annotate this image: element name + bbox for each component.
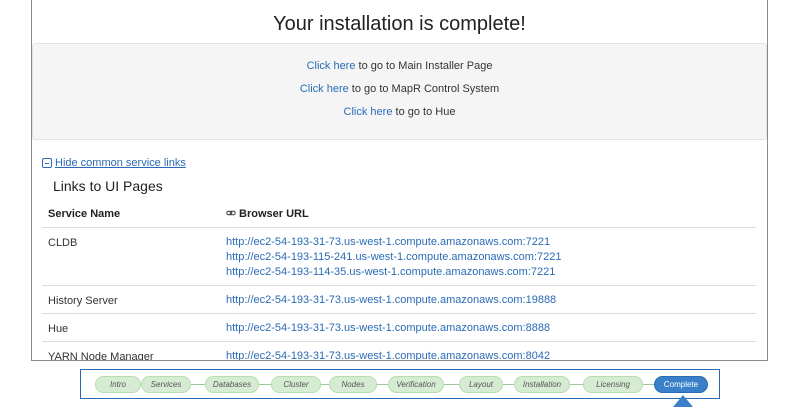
hue-line: Click here to go to Hue	[33, 106, 766, 118]
step-licensing[interactable]: Licensing	[583, 376, 643, 393]
toggle-label: Hide common service links	[55, 157, 186, 169]
url-cell: http://ec2-54-193-31-73.us-west-1.comput…	[220, 341, 756, 360]
main-installer-line: Click here to go to Main Installer Page	[33, 60, 766, 72]
url-cell: http://ec2-54-193-31-73.us-west-1.comput…	[220, 227, 756, 286]
table-row: CLDB http://ec2-54-193-31-73.us-west-1.c…	[42, 227, 756, 286]
table-header-row: Service Name Browser URL	[42, 201, 756, 228]
hide-service-links-toggle[interactable]: Hide common service links	[42, 157, 186, 169]
hue-link[interactable]: Click here	[344, 106, 393, 118]
history-server-url-link[interactable]: http://ec2-54-193-31-73.us-west-1.comput…	[226, 293, 756, 308]
cldb-url-link[interactable]: http://ec2-54-193-31-73.us-west-1.comput…	[226, 235, 756, 250]
service-name-cell: History Server	[42, 285, 220, 314]
installer-panel: Your installation is complete! Click her…	[31, 0, 768, 361]
service-name-cell: Hue	[42, 313, 220, 342]
step-complete[interactable]: Complete	[654, 376, 708, 393]
service-name-cell: CLDB	[42, 227, 220, 286]
hue-url-link[interactable]: http://ec2-54-193-31-73.us-west-1.comput…	[226, 321, 756, 336]
url-cell: http://ec2-54-193-31-73.us-west-1.comput…	[220, 313, 756, 342]
yarn-node-manager-url-link[interactable]: http://ec2-54-193-31-73.us-west-1.comput…	[226, 349, 756, 360]
service-name-cell: YARN Node Manager	[42, 341, 220, 360]
active-step-pointer-icon	[673, 395, 693, 407]
wizard-steps-bar: Intro Services Databases Cluster Nodes V…	[80, 369, 720, 399]
control-system-text: to go to MapR Control System	[348, 83, 500, 95]
step-databases[interactable]: Databases	[205, 376, 259, 393]
service-name-header: Service Name	[42, 201, 220, 228]
cldb-url-link[interactable]: http://ec2-54-193-114-35.us-west-1.compu…	[226, 265, 756, 280]
main-installer-text: to go to Main Installer Page	[355, 60, 493, 72]
control-system-line: Click here to go to MapR Control System	[33, 83, 766, 95]
hue-text: to go to Hue	[392, 106, 456, 118]
browser-url-label: Browser URL	[239, 208, 309, 220]
table-row: History Server http://ec2-54-193-31-73.u…	[42, 285, 756, 314]
step-installation[interactable]: Installation	[514, 376, 570, 393]
step-intro[interactable]: Intro	[95, 376, 141, 393]
control-system-link[interactable]: Click here	[300, 83, 349, 95]
page-title: Your installation is complete!	[273, 13, 526, 35]
section-title: Links to UI Pages	[53, 178, 163, 194]
collapse-icon	[42, 158, 52, 168]
quick-links-well: Click here to go to Main Installer Page …	[32, 43, 767, 140]
step-verification[interactable]: Verification	[388, 376, 444, 393]
link-icon	[226, 210, 236, 216]
browser-url-header: Browser URL	[220, 201, 756, 228]
step-cluster[interactable]: Cluster	[271, 376, 321, 393]
cldb-url-link[interactable]: http://ec2-54-193-115-241.us-west-1.comp…	[226, 250, 756, 265]
main-installer-link[interactable]: Click here	[307, 60, 356, 72]
step-services[interactable]: Services	[141, 376, 191, 393]
step-layout[interactable]: Layout	[459, 376, 503, 393]
service-links-table: Service Name Browser URL CLDB http://ec2…	[42, 201, 756, 360]
step-nodes[interactable]: Nodes	[329, 376, 377, 393]
table-row: Hue http://ec2-54-193-31-73.us-west-1.co…	[42, 313, 756, 342]
table-row: YARN Node Manager http://ec2-54-193-31-7…	[42, 341, 756, 360]
url-cell: http://ec2-54-193-31-73.us-west-1.comput…	[220, 285, 756, 314]
